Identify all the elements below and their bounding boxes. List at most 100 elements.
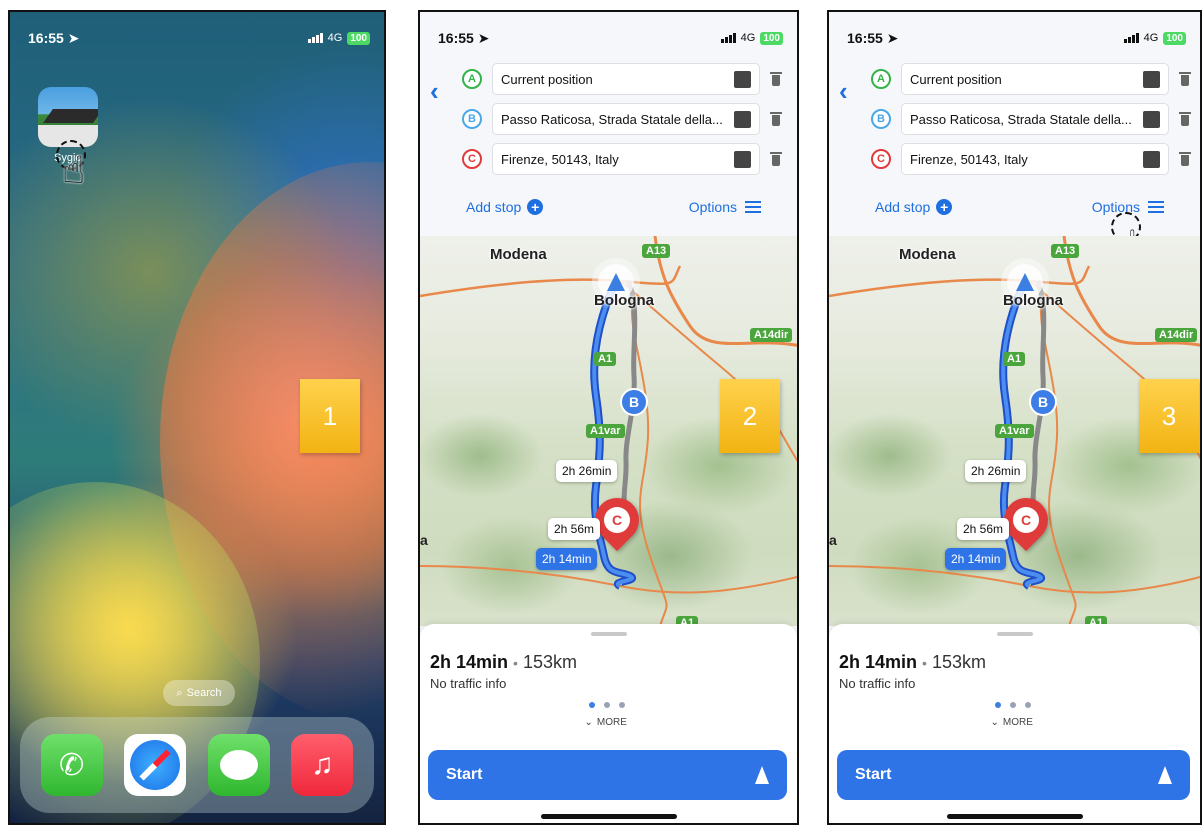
start-button[interactable]: Start [837, 750, 1190, 800]
more-label: MORE [1002, 717, 1033, 728]
separator: • [922, 655, 927, 671]
add-stop-button[interactable]: Add stop + [466, 199, 544, 215]
highway-label: A14dir [1155, 328, 1198, 342]
route-time-label[interactable]: 2h 26min [556, 460, 618, 482]
status-indicators: 4G 100 [720, 31, 783, 45]
highway-label: A1var [586, 424, 625, 438]
more-button[interactable]: ⌄ MORE [585, 717, 627, 728]
stop-marker-a: A [462, 69, 482, 89]
trash-icon[interactable] [1179, 112, 1191, 126]
more-label: MORE [596, 717, 627, 728]
field-action-icon[interactable] [734, 71, 751, 88]
route-summary-sheet[interactable]: 2h 14min • 153km No traffic info ⌄ MORE … [829, 624, 1200, 823]
field-action-icon[interactable] [734, 151, 751, 168]
city-label: Bologna [594, 292, 654, 309]
city-label: Modena [899, 246, 956, 263]
trash-icon[interactable] [770, 152, 782, 166]
back-chevron-icon[interactable]: ‹ [430, 78, 439, 104]
page-dots[interactable] [994, 702, 1031, 708]
route-summary-sheet[interactable]: 2h 14min • 153km No traffic info ⌄ MORE … [420, 624, 797, 823]
stop-field-destination[interactable]: Firenze, 50143, Italy [901, 143, 1169, 175]
messages-app-icon[interactable] [207, 734, 270, 796]
network-label: 4G [1143, 32, 1159, 44]
route-distance: 153km [522, 652, 577, 672]
trash-icon[interactable] [1179, 152, 1191, 166]
trash-icon[interactable] [1179, 72, 1191, 86]
status-bar: 16:55 ➤ 4G 100 [438, 28, 783, 48]
sheet-grabber[interactable] [590, 632, 627, 636]
step-badge-3: 3 [1139, 379, 1199, 453]
waypoint-pin-b[interactable]: B [620, 388, 648, 416]
stop-field-destination[interactable]: Firenze, 50143, Italy [492, 143, 760, 175]
search-label: Search [186, 687, 222, 699]
traffic-info: No traffic info [430, 676, 507, 691]
add-stop-button[interactable]: Add stop + [875, 199, 953, 215]
stop-marker-b: B [871, 109, 891, 129]
stop-field-start[interactable]: Current position [492, 63, 760, 95]
highway-label: A13 [642, 244, 671, 258]
plus-circle-icon: + [936, 199, 953, 215]
chevron-down-icon: ⌄ [990, 717, 999, 728]
stop-field-start[interactable]: Current position [901, 63, 1169, 95]
search-pill[interactable]: ⌕ Search [163, 680, 235, 706]
step-badge-2: 2 [720, 379, 780, 453]
route-time-label[interactable]: 2h 56m [957, 518, 1010, 540]
status-time: 16:55 ➤ [847, 29, 899, 46]
dock: ✆ ♫ [20, 717, 374, 813]
home-indicator[interactable] [946, 814, 1083, 819]
planner-actions: Add stop + Options [420, 199, 797, 225]
highway-label: A13 [1051, 244, 1080, 258]
phone-app-icon[interactable]: ✆ [40, 734, 103, 796]
city-label: Modena [490, 246, 547, 263]
page-dots[interactable] [588, 702, 625, 708]
field-action-icon[interactable] [734, 111, 751, 128]
sheet-grabber[interactable] [996, 632, 1033, 636]
stop-marker-b: B [462, 109, 482, 129]
start-label: Start [855, 766, 892, 783]
music-app-icon[interactable]: ♫ [291, 734, 354, 796]
field-action-icon[interactable] [1143, 111, 1160, 128]
status-indicators: 4G 100 [307, 31, 370, 45]
sygic-app-icon[interactable] [38, 87, 98, 147]
stop-field-waypoint[interactable]: Passo Raticosa, Strada Statale della... [492, 103, 760, 135]
options-label: Options [688, 199, 737, 215]
signal-bars-icon [720, 33, 736, 43]
trash-icon[interactable] [770, 112, 782, 126]
add-stop-label: Add stop [466, 199, 522, 215]
stop-marker-c: C [462, 149, 482, 169]
field-action-icon[interactable] [1143, 71, 1160, 88]
status-bar: 16:55 ➤ 4G 100 [847, 28, 1186, 48]
stop-marker-a: A [871, 69, 891, 89]
route-time-label-selected[interactable]: 2h 14min [945, 548, 1007, 570]
home-screen: 16:55 ➤ 4G 100 Sygic ☝ ⌕ Search ✆ ♫ 1 [8, 10, 386, 825]
add-stop-label: Add stop [875, 199, 931, 215]
route-time-label[interactable]: 2h 26min [965, 460, 1027, 482]
navigation-arrow-icon [755, 766, 769, 784]
home-indicator[interactable] [540, 814, 677, 819]
status-time: 16:55 ➤ [28, 29, 80, 46]
options-button[interactable]: Options [689, 199, 761, 215]
route-duration: 2h 14min [839, 652, 918, 672]
route-time-label-selected[interactable]: 2h 14min [536, 548, 598, 570]
city-label: Bologna [1003, 292, 1063, 309]
route-duration: 2h 14min [430, 652, 509, 672]
separator: • [513, 655, 518, 671]
trash-icon[interactable] [770, 72, 782, 86]
more-button[interactable]: ⌄ MORE [991, 717, 1033, 728]
traffic-info: No traffic info [839, 676, 916, 691]
route-time-label[interactable]: 2h 56m [548, 518, 601, 540]
field-action-icon[interactable] [1143, 151, 1160, 168]
stop-field-waypoint[interactable]: Passo Raticosa, Strada Statale della... [901, 103, 1169, 135]
navigation-arrow-icon [1158, 766, 1172, 784]
start-button[interactable]: Start [428, 750, 787, 800]
waypoint-pin-b[interactable]: B [1029, 388, 1057, 416]
highway-label: A1 [1003, 352, 1026, 366]
highway-label: A1var [995, 424, 1034, 438]
options-label: Options [1091, 199, 1140, 215]
network-label: 4G [740, 32, 756, 44]
back-chevron-icon[interactable]: ‹ [839, 78, 848, 104]
highway-label: A1 [594, 352, 617, 366]
plus-circle-icon: + [527, 199, 544, 215]
map-edge-label: a [420, 532, 428, 548]
safari-app-icon[interactable] [124, 734, 187, 796]
